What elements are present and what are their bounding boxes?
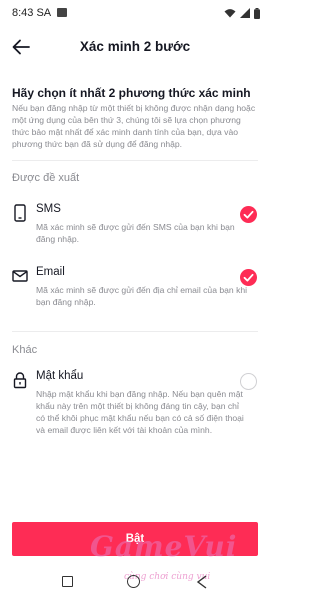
option-email-title: Email — [36, 266, 65, 278]
mail-icon — [12, 270, 28, 282]
gallery-notification-icon — [57, 8, 67, 17]
wifi-icon — [224, 9, 236, 18]
option-password-desc: Nhập mật khẩu khi bạn đăng nhập. Nếu bạn… — [36, 389, 244, 435]
option-email[interactable]: Email Mã xác minh sẽ được gửi đến địa ch… — [0, 265, 270, 325]
section-recommended: Được đề xuất — [12, 172, 80, 184]
sms-checkbox[interactable] — [240, 206, 257, 223]
email-checkbox[interactable] — [240, 269, 257, 286]
option-password-title: Mật khẩu — [36, 370, 84, 382]
nav-back-icon[interactable] — [196, 575, 208, 589]
section-other: Khác — [12, 344, 38, 356]
check-icon — [243, 210, 254, 219]
phone-icon — [14, 204, 26, 222]
intro-text: Nếu bạn đăng nhập từ một thiết bị không … — [12, 103, 256, 149]
battery-icon — [254, 7, 260, 19]
signal-icon — [240, 8, 250, 18]
option-sms[interactable]: SMS Mã xác minh sẽ được gửi đến SMS của … — [0, 202, 270, 262]
status-time: 8:43 SA — [12, 7, 52, 19]
option-password[interactable]: Mật khẩu Nhập mật khẩu khi bạn đăng nhập… — [0, 369, 270, 441]
header: Xác minh 2 bước — [0, 26, 270, 68]
option-email-desc: Mã xác minh sẽ được gửi đến địa chỉ emai… — [36, 285, 248, 307]
status-bar: 8:43 SA — [0, 0, 270, 26]
page-title: Xác minh 2 bước — [79, 39, 191, 54]
lock-icon — [13, 372, 27, 389]
option-sms-title: SMS — [36, 203, 61, 215]
status-icons — [224, 7, 260, 19]
home-button[interactable] — [127, 575, 140, 588]
headline: Hãy chọn ít nhất 2 phương thức xác minh — [12, 86, 251, 100]
system-nav-bar — [0, 566, 270, 600]
enable-button[interactable]: Bật — [12, 522, 258, 556]
divider — [12, 160, 258, 161]
recent-apps-button[interactable] — [62, 576, 73, 587]
divider — [12, 331, 258, 332]
option-sms-desc: Mã xác minh sẽ được gửi đến SMS của bạn … — [36, 222, 235, 244]
password-checkbox[interactable] — [240, 373, 257, 390]
check-icon — [243, 273, 254, 282]
